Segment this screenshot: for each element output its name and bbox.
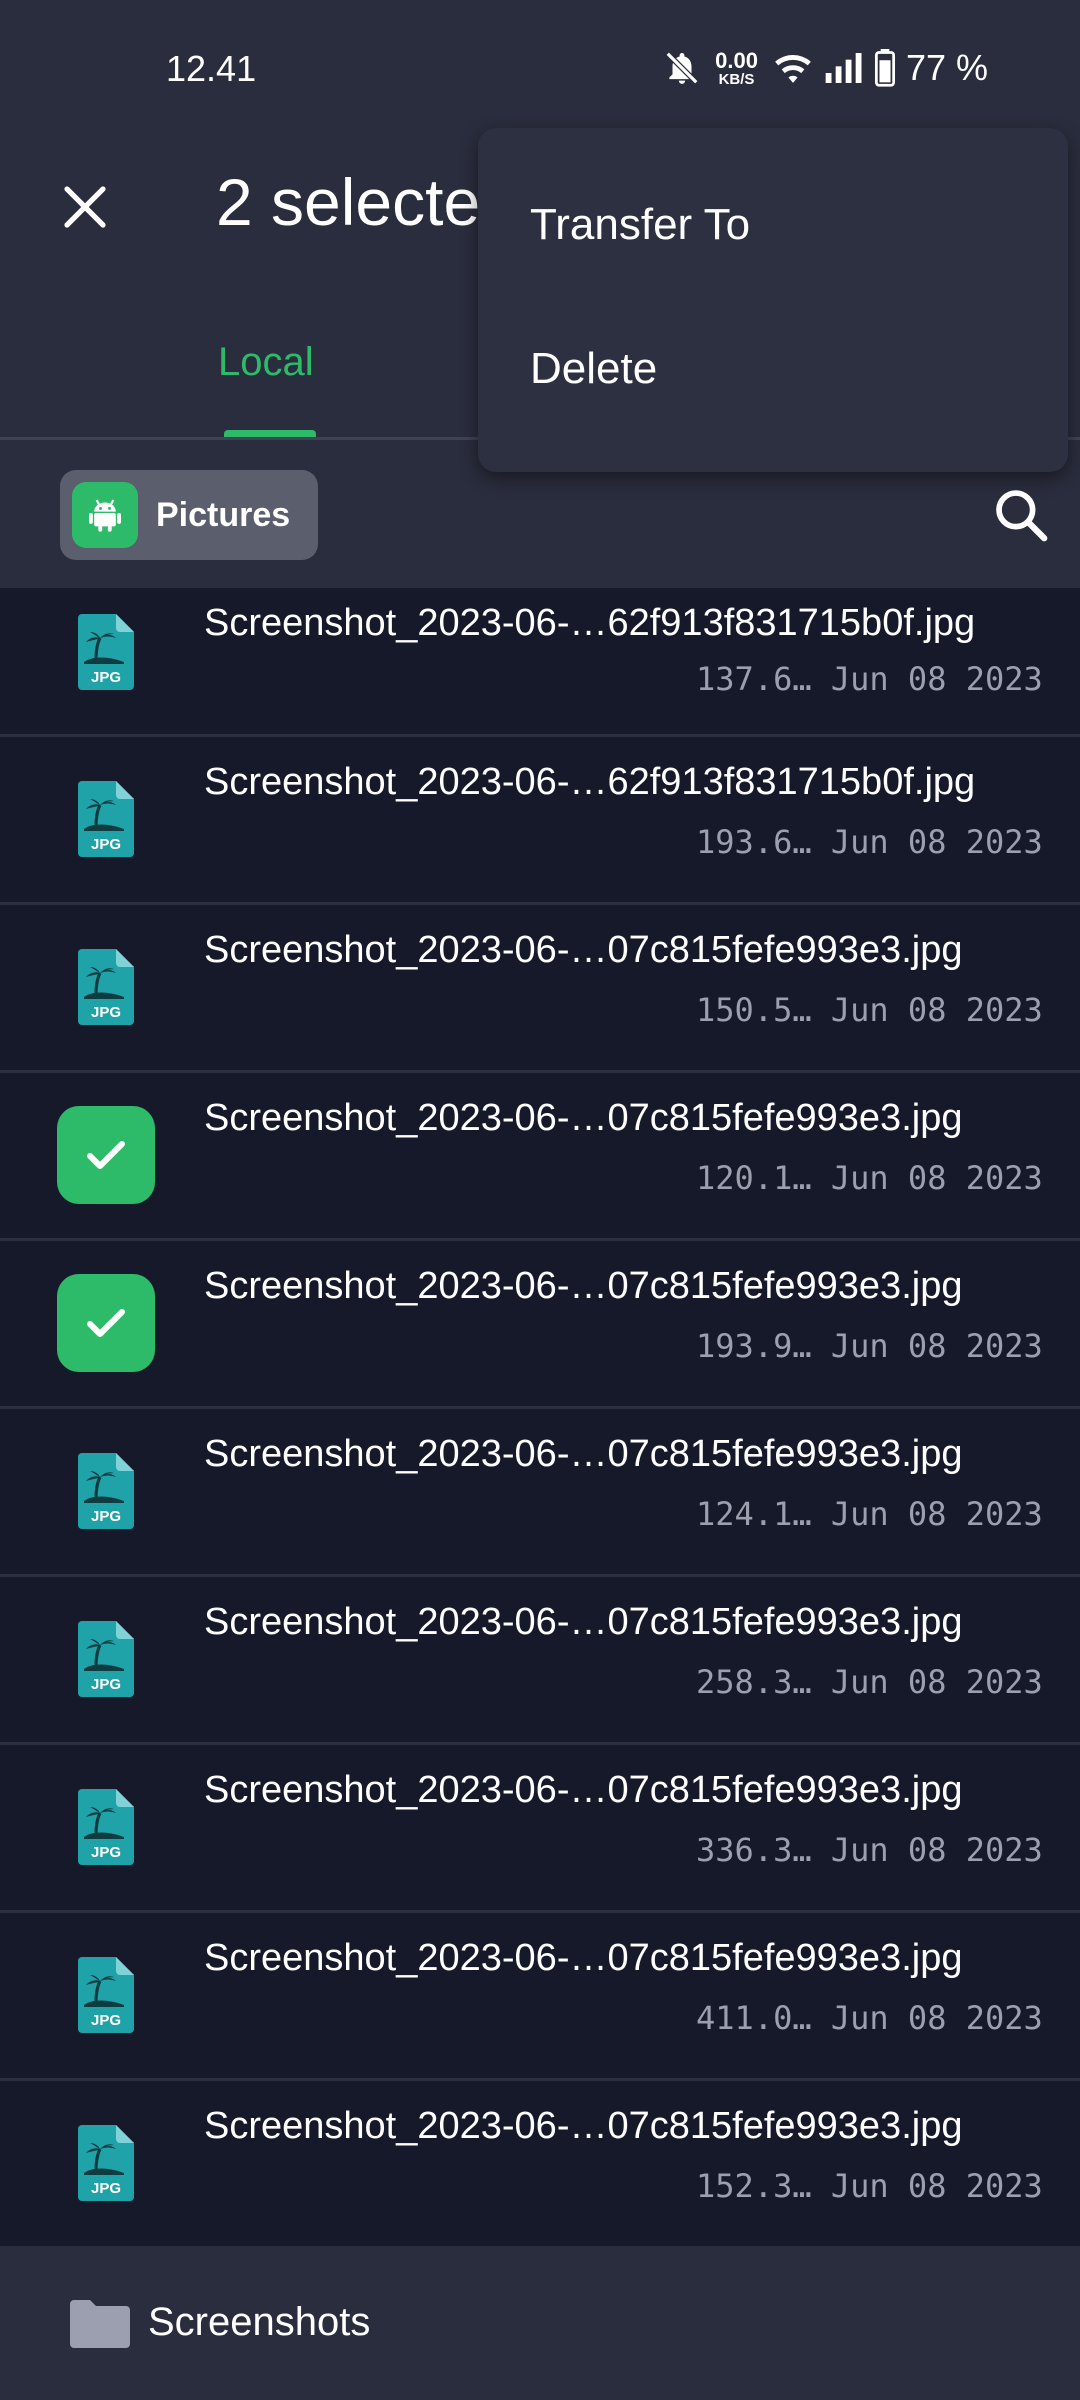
file-row[interactable]: JPG Screenshot_2023-06-…62f913f831715b0f… xyxy=(0,588,1080,737)
close-icon xyxy=(64,186,106,228)
file-list: JPG Screenshot_2023-06-…62f913f831715b0f… xyxy=(0,588,1080,2249)
file-meta: 193.6… Jun 08 2023 xyxy=(696,823,1043,861)
battery-percent: 77 % xyxy=(905,47,988,88)
file-meta: 150.5… Jun 08 2023 xyxy=(696,991,1043,1029)
jpg-file-icon: JPG xyxy=(78,1957,134,2033)
svg-text:JPG: JPG xyxy=(91,669,121,686)
file-meta: 120.1… Jun 08 2023 xyxy=(696,1159,1043,1197)
file-thumbnail[interactable]: JPG xyxy=(56,1609,156,1709)
file-thumbnail[interactable]: JPG xyxy=(56,2113,156,2213)
file-name: Screenshot_2023-06-…07c815fefe993e3.jpg xyxy=(204,1937,963,1979)
file-name: Screenshot_2023-06-…07c815fefe993e3.jpg xyxy=(204,2105,963,2147)
file-row[interactable]: JPG Screenshot_2023-06-…07c815fefe993e3.… xyxy=(0,1913,1080,2081)
svg-text:JPG: JPG xyxy=(91,1508,121,1525)
tab-local[interactable]: Local xyxy=(218,340,314,385)
jpg-file-icon: JPG xyxy=(78,2125,134,2201)
mute-bell-icon xyxy=(665,51,699,85)
net-speed: 0.00 KB/S xyxy=(715,47,758,88)
folder-icon xyxy=(70,2300,130,2348)
bottom-bar: Screenshots xyxy=(0,2246,1080,2400)
file-name: Screenshot_2023-06-…07c815fefe993e3.jpg xyxy=(204,929,963,971)
jpg-file-icon: JPG xyxy=(78,949,134,1025)
svg-text:JPG: JPG xyxy=(91,1676,121,1693)
svg-text:JPG: JPG xyxy=(91,836,121,853)
jpg-file-icon: JPG xyxy=(78,1789,134,1865)
svg-text:JPG: JPG xyxy=(91,2180,121,2197)
file-row[interactable]: Screenshot_2023-06-…07c815fefe993e3.jpg 1… xyxy=(0,1241,1080,1409)
jpg-file-icon: JPG xyxy=(78,781,134,857)
android-icon xyxy=(72,482,138,548)
file-row[interactable]: JPG Screenshot_2023-06-…07c815fefe993e3.… xyxy=(0,1409,1080,1577)
file-thumbnail[interactable]: JPG xyxy=(56,1945,156,2045)
signal-icon xyxy=(825,53,862,83)
svg-text:JPG: JPG xyxy=(91,1004,121,1021)
net-speed-value: 0.00 xyxy=(715,47,758,73)
selected-checkbox[interactable] xyxy=(57,1274,155,1372)
file-row[interactable]: Screenshot_2023-06-…07c815fefe993e3.jpg 1… xyxy=(0,1073,1080,1241)
net-speed-unit: KB/S xyxy=(718,70,755,88)
selection-indicator[interactable] xyxy=(56,1105,156,1205)
file-thumbnail[interactable]: JPG xyxy=(56,937,156,1037)
file-row[interactable]: JPG Screenshot_2023-06-…62f913f831715b0f… xyxy=(0,737,1080,905)
file-meta: 124.1… Jun 08 2023 xyxy=(696,1495,1043,1533)
file-meta: 152.3… Jun 08 2023 xyxy=(696,2167,1043,2205)
search-button[interactable] xyxy=(990,484,1052,546)
menu-item-transfer-to[interactable]: Transfer To xyxy=(530,200,750,250)
file-name: Screenshot_2023-06-…62f913f831715b0f.jpg xyxy=(204,761,976,803)
status-icons: 0.00 KB/S 77 % xyxy=(663,46,988,90)
file-thumbnail[interactable]: JPG xyxy=(56,1441,156,1541)
jpg-file-icon: JPG xyxy=(78,1453,134,1529)
file-thumbnail[interactable]: JPG xyxy=(56,602,156,702)
close-selection-button[interactable] xyxy=(50,172,120,242)
file-name: Screenshot_2023-06-…07c815fefe993e3.jpg xyxy=(204,1601,963,1643)
file-meta: 336.3… Jun 08 2023 xyxy=(696,1831,1043,1869)
file-name: Screenshot_2023-06-…07c815fefe993e3.jpg xyxy=(204,1265,963,1307)
file-name: Screenshot_2023-06-…07c815fefe993e3.jpg xyxy=(204,1769,963,1811)
svg-text:JPG: JPG xyxy=(91,2012,121,2029)
menu-item-delete[interactable]: Delete xyxy=(530,344,657,394)
search-icon xyxy=(996,490,1048,542)
current-folder-label[interactable]: Screenshots xyxy=(148,2300,370,2345)
selection-indicator[interactable] xyxy=(56,1273,156,1373)
file-name: Screenshot_2023-06-…62f913f831715b0f.jpg xyxy=(204,602,976,644)
folder-chip-label: Pictures xyxy=(156,495,291,534)
file-meta: 258.3… Jun 08 2023 xyxy=(696,1663,1043,1701)
file-row[interactable]: JPG Screenshot_2023-06-…07c815fefe993e3.… xyxy=(0,2081,1080,2249)
check-icon xyxy=(87,1309,125,1337)
jpg-file-icon: JPG xyxy=(78,1621,134,1697)
file-meta: 137.6… Jun 08 2023 xyxy=(696,660,1043,698)
file-thumbnail[interactable]: JPG xyxy=(56,1777,156,1877)
file-name: Screenshot_2023-06-…07c815fefe993e3.jpg xyxy=(204,1097,963,1139)
file-name: Screenshot_2023-06-…07c815fefe993e3.jpg xyxy=(204,1433,963,1475)
file-meta: 411.0… Jun 08 2023 xyxy=(696,1999,1043,2037)
folder-chip-pictures[interactable]: Pictures xyxy=(60,470,318,560)
status-bar: 12.41 0.00 KB/S 77 % xyxy=(0,0,1080,130)
status-time: 12.41 xyxy=(166,48,257,89)
selected-checkbox[interactable] xyxy=(57,1106,155,1204)
battery-icon xyxy=(874,49,895,87)
check-icon xyxy=(87,1141,125,1169)
wifi-icon xyxy=(775,55,811,83)
file-meta: 193.9… Jun 08 2023 xyxy=(696,1327,1043,1365)
file-row[interactable]: JPG Screenshot_2023-06-…07c815fefe993e3.… xyxy=(0,1577,1080,1745)
svg-text:JPG: JPG xyxy=(91,1844,121,1861)
file-row[interactable]: JPG Screenshot_2023-06-…07c815fefe993e3.… xyxy=(0,1745,1080,1913)
overflow-menu: Transfer To Delete xyxy=(478,128,1068,472)
page-title: 2 selected xyxy=(216,165,517,239)
jpg-file-icon: JPG xyxy=(78,614,134,690)
file-row[interactable]: JPG Screenshot_2023-06-…07c815fefe993e3.… xyxy=(0,905,1080,1073)
file-thumbnail[interactable]: JPG xyxy=(56,769,156,869)
